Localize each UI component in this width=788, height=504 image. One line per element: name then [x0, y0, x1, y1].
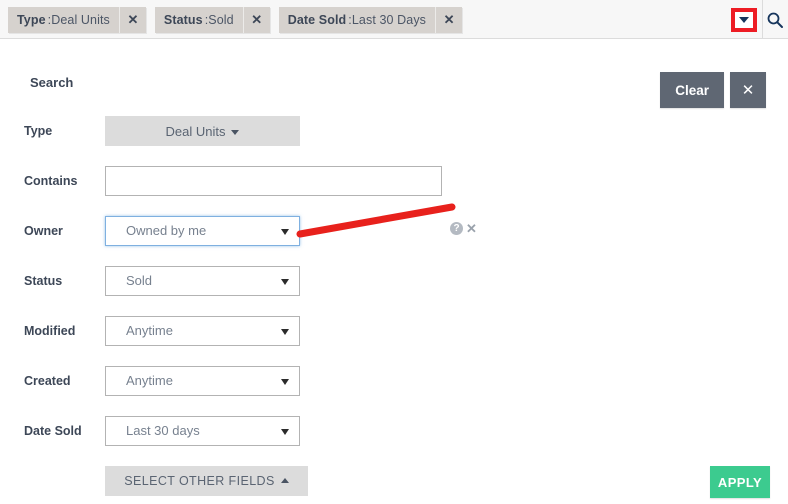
toolbar-divider [762, 0, 763, 39]
status-select[interactable]: Sold [105, 266, 300, 296]
label-status: Status [24, 274, 63, 288]
filter-chip-type-value: Deal Units [51, 12, 110, 27]
help-circle-icon[interactable]: ? [450, 222, 463, 235]
status-select-value: Sold [126, 273, 153, 288]
label-date-sold: Date Sold [24, 424, 82, 438]
filter-chip-status[interactable]: Status: Sold ✕ [154, 6, 270, 33]
caret-down-icon [281, 329, 289, 335]
date-sold-select-value: Last 30 days [126, 423, 200, 438]
label-type: Type [24, 124, 53, 138]
filter-chip-status-remove-icon[interactable]: ✕ [242, 6, 270, 33]
type-dropdown-value: Deal Units [165, 123, 226, 139]
created-select-value: Anytime [126, 373, 173, 388]
clear-x-icon[interactable]: ✕ [466, 222, 477, 235]
owner-select-value: Owned by me [126, 223, 207, 238]
panel-header-actions: Clear ✕ [660, 72, 766, 108]
label-owner: Owner [24, 224, 63, 238]
filter-chip-status-text: Status: Sold [155, 7, 243, 33]
search-icon[interactable] [766, 11, 784, 29]
filter-chip-status-field: Status [163, 12, 203, 27]
caret-up-icon [280, 477, 289, 483]
filter-chip-type-field: Type [17, 12, 46, 27]
select-other-fields-button[interactable]: SELECT OTHER FIELDS [105, 466, 308, 496]
modified-select[interactable]: Anytime [105, 316, 300, 346]
owner-select[interactable]: Owned by me [105, 216, 300, 246]
page-title: Search [30, 75, 74, 90]
close-button[interactable]: ✕ [730, 72, 766, 108]
filter-chip-status-value: Sold [208, 12, 234, 27]
control-owner: Owned by me ? ✕ [105, 216, 477, 246]
filter-chip-date-sold-remove-icon[interactable]: ✕ [435, 6, 462, 33]
caret-down-icon [281, 429, 289, 435]
owner-extra-icons: ? ✕ [450, 222, 477, 235]
caret-down-icon [281, 279, 289, 285]
label-modified: Modified [24, 324, 76, 338]
filter-chip-date-sold-value: Last 30 Days [351, 12, 427, 27]
caret-down-icon [281, 379, 289, 385]
contains-input[interactable] [105, 166, 442, 196]
control-status: Sold [105, 266, 300, 296]
apply-button[interactable]: APPLY [710, 466, 770, 498]
select-other-fields-label: SELECT OTHER FIELDS [124, 474, 275, 488]
modified-select-value: Anytime [126, 323, 173, 338]
date-sold-select[interactable]: Last 30 days [105, 416, 300, 446]
filter-chip-date-sold-text: Date Sold: Last 30 Days [279, 7, 435, 33]
filter-chip-type-remove-icon[interactable]: ✕ [118, 6, 146, 33]
type-dropdown-button[interactable]: Deal Units [105, 116, 300, 146]
control-type: Deal Units [105, 116, 300, 146]
caret-down-icon [281, 229, 289, 235]
filter-chip-date-sold-field: Date Sold [287, 12, 347, 27]
clear-button[interactable]: Clear [660, 72, 724, 108]
caret-down-icon [231, 129, 240, 135]
control-created: Anytime [105, 366, 300, 396]
created-select[interactable]: Anytime [105, 366, 300, 396]
control-contains [105, 166, 442, 196]
filter-bar: Type: Deal Units ✕ Status: Sold ✕ Date S… [0, 0, 788, 39]
chevron-down-icon [739, 17, 749, 23]
label-contains: Contains [24, 174, 78, 188]
label-created: Created [24, 374, 71, 388]
search-panel-toggle-button[interactable] [731, 8, 757, 32]
control-date-sold: Last 30 days [105, 416, 300, 446]
filter-chip-type-text: Type: Deal Units [8, 7, 119, 33]
control-modified: Anytime [105, 316, 300, 346]
filter-chip-list: Type: Deal Units ✕ Status: Sold ✕ Date S… [8, 0, 463, 39]
filter-chip-type[interactable]: Type: Deal Units ✕ [8, 6, 146, 33]
filter-chip-date-sold[interactable]: Date Sold: Last 30 Days ✕ [278, 6, 463, 33]
